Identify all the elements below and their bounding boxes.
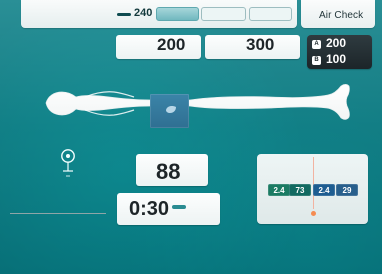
graph-segment-2: 73 xyxy=(289,184,311,196)
graph-baseline xyxy=(10,213,106,214)
probe-icon xyxy=(61,149,75,177)
left-setting-value: 200 xyxy=(157,35,186,54)
liver-icon xyxy=(166,106,176,113)
b-badge: B xyxy=(312,56,321,65)
tab-secondary[interactable] xyxy=(201,7,246,21)
b-value: 100 xyxy=(326,52,347,66)
graph-segment-4: 29 xyxy=(336,184,358,196)
graph-marker-dot xyxy=(311,211,316,216)
temperature-value: 88 xyxy=(156,159,181,184)
level-indicator-line xyxy=(117,13,131,16)
a-value: 200 xyxy=(326,36,347,50)
graph-marker-line xyxy=(313,157,314,209)
tab-tertiary[interactable] xyxy=(249,7,292,21)
body-shape xyxy=(45,84,350,120)
timer-indicator xyxy=(172,205,186,209)
level-value: 240 xyxy=(134,7,153,19)
top-toolbar: 240 Air Check xyxy=(0,0,382,30)
hip-highlight xyxy=(84,109,135,116)
graph-segment-3: 2.4 xyxy=(313,184,335,196)
shoulder-highlight xyxy=(84,91,135,98)
graph-segment-1: 2.4 xyxy=(268,184,290,196)
right-setting-value: 300 xyxy=(246,35,275,54)
timer-value: 0:30 xyxy=(129,198,170,220)
air-check-label: Air Check xyxy=(319,10,364,21)
tab-primary[interactable] xyxy=(156,7,199,21)
a-badge: A xyxy=(312,40,321,49)
